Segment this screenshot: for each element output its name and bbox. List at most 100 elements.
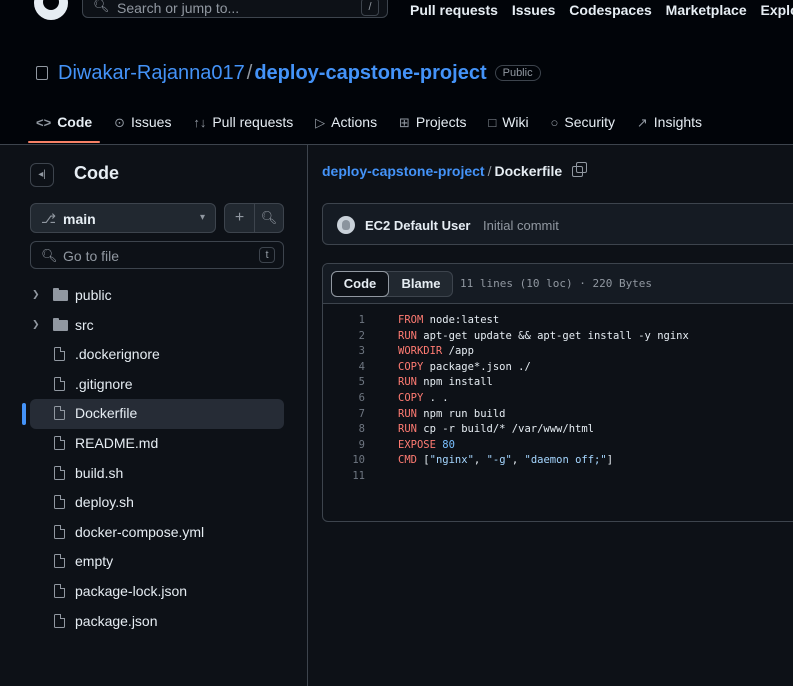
file-tree-row [30, 399, 284, 429]
nav-link-marketplace[interactable]: Marketplace [666, 2, 747, 18]
line-number[interactable]: 6 [323, 392, 365, 404]
tab-security[interactable]: ○ Security [551, 114, 615, 130]
file-icon [54, 406, 65, 421]
graph-icon: ↗ [636, 115, 648, 130]
repo-owner-link[interactable]: Diwakar-Rajanna017 [58, 62, 245, 84]
file-tree-item-empty[interactable]: empty [0, 547, 308, 577]
collapse-sidebar-icon[interactable]: ◂| [30, 163, 54, 187]
line-number[interactable]: 8 [323, 423, 365, 435]
file-tree-item-label: package-lock.json [75, 582, 188, 599]
file-tree-item-dockerfile[interactable]: Dockerfile [0, 399, 308, 429]
go-to-file-input[interactable]: 🔍︎ Go to file t [30, 241, 284, 269]
github-logo-icon[interactable] [34, 0, 68, 20]
file-tree-item-build-sh[interactable]: build.sh [0, 459, 308, 489]
sidebar-title: Code [74, 163, 119, 183]
code-text: cp -r build/* /var/www/html [416, 423, 594, 436]
tab-code[interactable]: <> Code [27, 114, 101, 143]
search-code-button[interactable]: 🔍︎ [255, 204, 283, 232]
book-icon: □ [488, 115, 497, 130]
nav-link-issues[interactable]: Issues [512, 2, 556, 18]
search-placeholder: Search or jump to... [117, 0, 240, 16]
line-number[interactable]: 9 [323, 439, 365, 451]
code-viewer-toolbar: Code Blame 11 lines (10 loc) · 220 Bytes [323, 264, 793, 304]
avatar[interactable] [337, 216, 355, 234]
tab-wiki[interactable]: □ Wiki [488, 114, 528, 130]
file-tree-item-label: package.json [75, 612, 158, 629]
tab-insights-label: Insights [653, 114, 703, 130]
file-icon [54, 376, 65, 391]
line-number[interactable]: 2 [323, 330, 365, 342]
commit-author-link[interactable]: EC2 Default User [365, 218, 470, 233]
file-tree-item-dockerignore[interactable]: .dockerignore [0, 340, 308, 370]
repo-title: Diwakar-Rajanna017/deploy-capstone-proje… [36, 62, 541, 85]
chevron-right-icon[interactable]: ❯ [32, 319, 40, 330]
code-lines[interactable]: 1 FROM node:latest 2 RUN apt-get update && … [323, 314, 793, 486]
tab-pull-requests-label: Pull requests [212, 114, 294, 130]
file-tree-item-package-lock[interactable]: package-lock.json [0, 577, 308, 607]
file-tree-item-package-json[interactable]: package.json [0, 607, 308, 637]
commit-message-link[interactable]: Initial commit [483, 218, 559, 233]
line-number[interactable]: 11 [323, 470, 365, 482]
code-icon: <> [36, 115, 52, 130]
tab-projects[interactable]: ⊞ Projects [399, 114, 466, 131]
line-number[interactable]: 1 [323, 314, 365, 326]
code-view-button[interactable]: Code [331, 271, 389, 297]
file-tree-item-docker-compose[interactable]: docker-compose.yml [0, 518, 308, 548]
code-line: 11 [323, 470, 793, 486]
file-tree-item-deploy-sh[interactable]: deploy.sh [0, 488, 308, 518]
file-tree-item-label: src [75, 316, 94, 333]
repo-header: Diwakar-Rajanna017/deploy-capstone-proje… [0, 44, 793, 145]
chevron-right-icon[interactable]: ❯ [32, 289, 40, 300]
code-keyword: EXPOSE [398, 438, 436, 451]
file-tree-item-src[interactable]: ❯ src [0, 311, 308, 341]
line-number[interactable]: 5 [323, 376, 365, 388]
code-line: 9 EXPOSE 80 [323, 439, 793, 455]
code-text: apt-get update && apt-get install -y ngi… [416, 329, 689, 342]
file-tree: ❯ public ❯ src .dockerignore .gitignore Do… [0, 281, 308, 636]
repo-title-separator: / [246, 62, 253, 84]
global-search-input[interactable]: 🔍︎ Search or jump to... / [82, 0, 388, 18]
file-tree-item-label: docker-compose.yml [75, 523, 205, 540]
file-info: 11 lines (10 loc) · 220 Bytes [460, 277, 653, 290]
file-icon [54, 554, 65, 569]
blame-view-button[interactable]: Blame [390, 272, 452, 296]
file-tree-row [30, 547, 284, 577]
line-number[interactable]: 3 [323, 345, 365, 357]
file-tree-item-public[interactable]: ❯ public [0, 281, 308, 311]
add-file-button[interactable]: + [225, 204, 255, 232]
issue-icon: ⊙ [114, 115, 125, 130]
file-icon [54, 347, 65, 362]
code-line: 1 FROM node:latest [323, 314, 793, 330]
file-tree-sidebar: ◂| Code ⎇ main ▾ + 🔍︎ 🔍︎ Go to file t ❯ p… [0, 145, 308, 686]
code-keyword: COPY [398, 360, 424, 373]
global-nav-links: Pull requests Issues Codespaces Marketpl… [410, 2, 793, 18]
top-navigation-bar: 🔍︎ Search or jump to... / Pull requests … [0, 0, 793, 44]
tab-insights[interactable]: ↗ Insights [637, 114, 702, 131]
shield-icon: ○ [550, 115, 559, 130]
tab-issues[interactable]: ⊙ Issues [114, 114, 171, 131]
file-icon [54, 465, 65, 480]
file-tree-item-gitignore[interactable]: .gitignore [0, 370, 308, 400]
code-text: . . [423, 391, 449, 404]
go-to-file-placeholder: Go to file [63, 248, 120, 264]
tab-pull-requests[interactable]: ↑↓ Pull requests [193, 114, 293, 130]
tab-actions[interactable]: ▷ Actions [315, 114, 377, 131]
nav-link-pull-requests[interactable]: Pull requests [410, 2, 498, 18]
file-tree-item-label: build.sh [75, 464, 124, 481]
nav-link-codespaces[interactable]: Codespaces [569, 2, 651, 18]
branch-selector[interactable]: ⎇ main ▾ [30, 203, 216, 233]
line-number[interactable]: 7 [323, 408, 365, 420]
file-icon [54, 613, 65, 628]
file-tree-item-readme[interactable]: README.md [0, 429, 308, 459]
repo-name-link[interactable]: deploy-capstone-project [254, 62, 486, 84]
nav-link-explore[interactable]: Explore [761, 2, 793, 18]
line-number[interactable]: 10 [323, 454, 365, 466]
copy-path-icon[interactable] [572, 162, 588, 177]
line-number[interactable]: 4 [323, 361, 365, 373]
breadcrumb-repo-link[interactable]: deploy-capstone-project [322, 163, 485, 179]
code-keyword: WORKDIR [398, 345, 443, 358]
code-line: 2 RUN apt-get update && apt-get install -… [323, 330, 793, 346]
code-keyword: RUN [398, 407, 417, 420]
code-text: ["nginx", "-g", "daemon off;"] [416, 454, 614, 467]
tab-projects-label: Projects [415, 114, 467, 130]
